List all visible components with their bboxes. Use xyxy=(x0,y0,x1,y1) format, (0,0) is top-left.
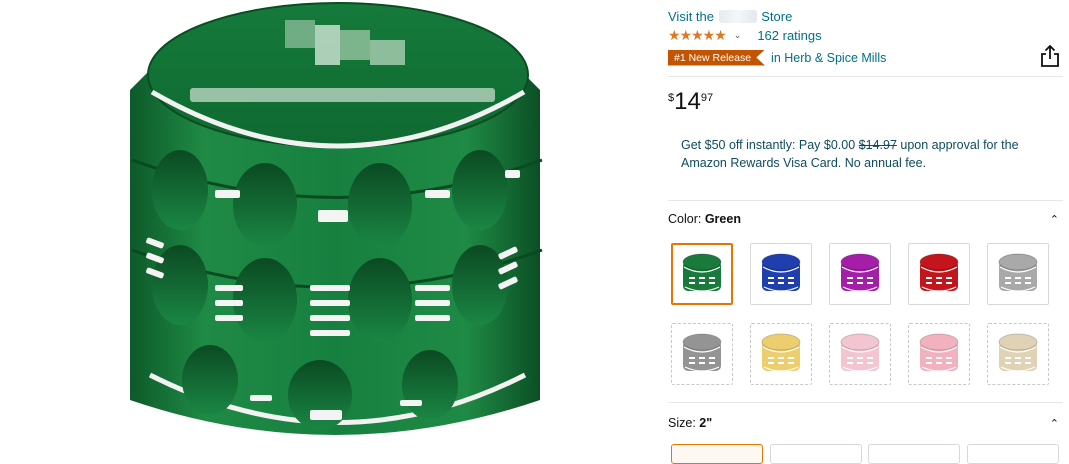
rating-row: ★★★★★ ⌄ 162 ratings xyxy=(668,27,822,43)
divider xyxy=(668,402,1063,403)
size-option-selected[interactable] xyxy=(671,444,763,464)
store-prefix: Visit the xyxy=(668,9,715,24)
store-suffix: Store xyxy=(761,9,793,24)
share-icon[interactable] xyxy=(1039,44,1061,68)
color-value: Green xyxy=(704,212,741,226)
swatch-grinder-thumbnail xyxy=(682,253,722,292)
promo-strike-price: $14.97 xyxy=(858,138,897,152)
size-label: Size: xyxy=(668,416,700,430)
price-fraction: 97 xyxy=(700,92,714,104)
color-swatch-set[interactable] xyxy=(987,323,1049,385)
color-swatch-blue[interactable] xyxy=(750,243,812,305)
swatch-grinder-thumbnail xyxy=(761,333,801,372)
chevron-down-icon[interactable]: ⌄ xyxy=(734,30,742,41)
swatch-grinder-thumbnail xyxy=(682,333,722,372)
color-swatch-rose[interactable] xyxy=(908,323,970,385)
swatch-grinder-thumbnail xyxy=(840,253,880,292)
swatch-grinder-thumbnail xyxy=(840,333,880,372)
swatch-grinder-thumbnail xyxy=(761,253,801,292)
color-option-label: Color: Green xyxy=(668,212,741,226)
color-swatch-green[interactable] xyxy=(671,243,733,305)
color-swatch-purple[interactable] xyxy=(829,243,891,305)
size-option[interactable] xyxy=(770,444,862,464)
swatch-grinder-thumbnail xyxy=(919,333,959,372)
color-swatch-gold[interactable] xyxy=(750,323,812,385)
star-rating-icon[interactable]: ★★★★★ xyxy=(668,27,727,44)
color-swatch-red[interactable] xyxy=(908,243,970,305)
main-product-image[interactable] xyxy=(0,0,660,456)
color-swatch-pink[interactable] xyxy=(829,323,891,385)
swatch-grinder-thumbnail xyxy=(919,253,959,292)
product-info-panel: Visit the Store ★★★★★ ⌄ 162 ratings #1 N… xyxy=(668,0,1063,464)
chevron-up-icon[interactable]: ⌃ xyxy=(1050,417,1059,430)
swatch-grinder-thumbnail xyxy=(998,253,1038,292)
store-name-blurred xyxy=(718,10,757,23)
size-option[interactable] xyxy=(868,444,960,464)
color-label: Color: xyxy=(668,212,705,226)
new-release-badge[interactable]: #1 New Release xyxy=(668,49,766,66)
divider xyxy=(668,76,1063,77)
color-swatch-silver[interactable] xyxy=(987,243,1049,305)
color-swatch-gray[interactable] xyxy=(671,323,733,385)
visit-store-link[interactable]: Visit the Store xyxy=(668,9,792,24)
grinder-image xyxy=(130,2,543,435)
card-promo-text: Get $50 off instantly: Pay $0.00 $14.97 … xyxy=(681,136,1061,172)
bestseller-row: #1 New Release in Herb & Spice Mills xyxy=(668,49,886,66)
size-value: 2" xyxy=(699,416,713,430)
price: $ 14 97 xyxy=(668,90,713,114)
swatch-grinder-thumbnail xyxy=(998,333,1038,372)
divider xyxy=(668,200,1063,201)
category-link[interactable]: in Herb & Spice Mills xyxy=(771,51,886,65)
promo-text-part1: Get $50 off instantly: Pay $0.00 xyxy=(681,138,859,152)
ratings-count-link[interactable]: 162 ratings xyxy=(757,28,821,43)
size-option-label: Size: 2" xyxy=(668,416,712,430)
price-whole: 14 xyxy=(674,88,701,115)
size-option[interactable] xyxy=(967,444,1059,464)
chevron-up-icon[interactable]: ⌃ xyxy=(1050,213,1059,226)
